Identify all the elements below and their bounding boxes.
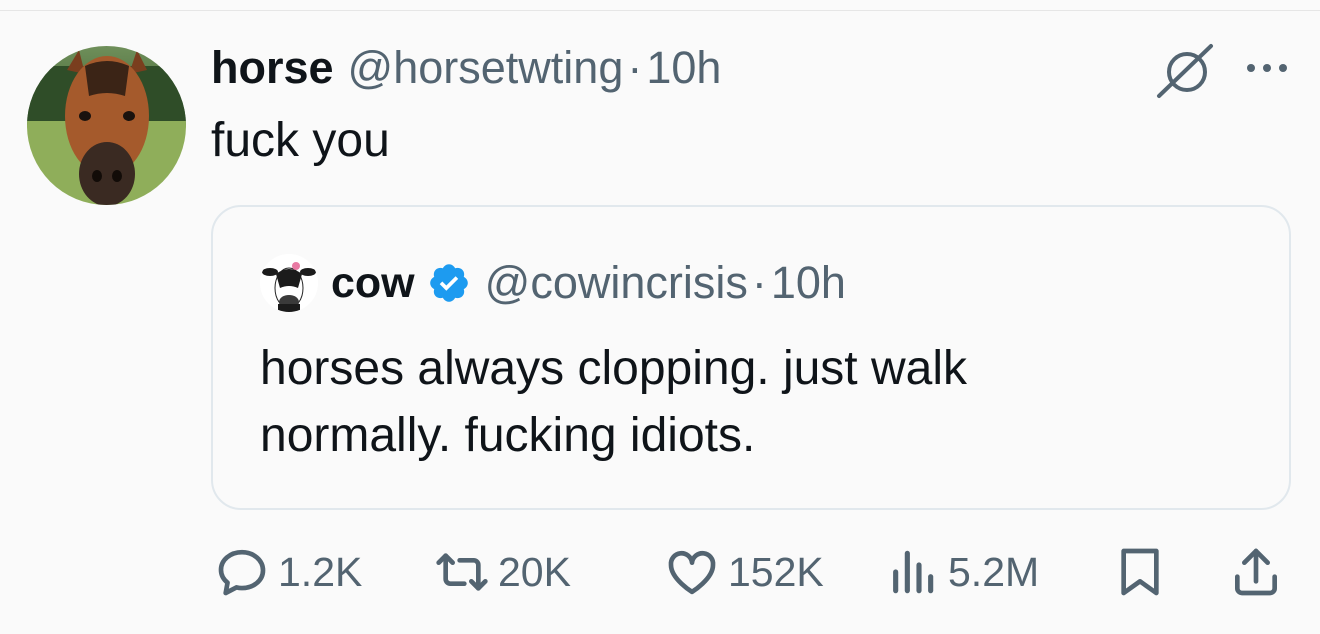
quote-timestamp[interactable]: 10h bbox=[771, 257, 846, 309]
share-icon bbox=[1235, 548, 1277, 596]
quote-author-name[interactable]: cow bbox=[331, 259, 415, 308]
bookmark-icon bbox=[1121, 548, 1159, 596]
top-divider bbox=[0, 10, 1320, 11]
views-button[interactable]: 5.2M bbox=[884, 540, 1039, 604]
grok-icon[interactable] bbox=[1153, 42, 1217, 102]
views-icon bbox=[893, 550, 934, 594]
views-count: 5.2M bbox=[948, 548, 1040, 595]
quoted-tweet-card[interactable]: cow @cowincrisis · 10h horses always clo… bbox=[211, 205, 1291, 510]
repost-icon bbox=[436, 553, 488, 591]
bookmark-button[interactable] bbox=[1112, 544, 1168, 600]
author-avatar[interactable] bbox=[27, 46, 186, 205]
quote-author-handle[interactable]: @cowincrisis bbox=[485, 257, 748, 309]
like-count: 152K bbox=[728, 548, 824, 595]
like-button[interactable]: 152K bbox=[664, 540, 824, 604]
tweet-timestamp[interactable]: 10h bbox=[646, 42, 721, 94]
repost-button[interactable]: 20K bbox=[434, 540, 571, 604]
quote-separator-dot: · bbox=[751, 257, 767, 308]
quote-text: horses always clopping. just walk normal… bbox=[260, 335, 1240, 469]
author-handle[interactable]: @horsetwting bbox=[348, 42, 624, 94]
tweet-header: horse @horsetwting · 10h bbox=[211, 42, 721, 94]
quote-text-line: normally. fucking idiots. bbox=[260, 409, 756, 462]
tweet-text: fuck you bbox=[211, 114, 390, 167]
more-icon[interactable] bbox=[1243, 58, 1291, 78]
reply-count: 1.2K bbox=[278, 548, 363, 595]
reply-button[interactable]: 1.2K bbox=[214, 540, 362, 604]
separator-dot: · bbox=[627, 42, 643, 93]
like-icon bbox=[668, 550, 716, 595]
repost-count: 20K bbox=[498, 548, 571, 595]
action-bar: 1.2K 20K 152K 5.2M bbox=[0, 540, 1320, 604]
verified-icon bbox=[427, 261, 471, 305]
author-name[interactable]: horse bbox=[211, 42, 334, 94]
share-button[interactable] bbox=[1228, 544, 1284, 600]
quote-header: cow @cowincrisis · 10h bbox=[331, 257, 846, 309]
reply-icon bbox=[218, 549, 266, 596]
quote-text-line: horses always clopping. just walk bbox=[260, 342, 967, 395]
quote-author-avatar[interactable] bbox=[260, 254, 318, 312]
